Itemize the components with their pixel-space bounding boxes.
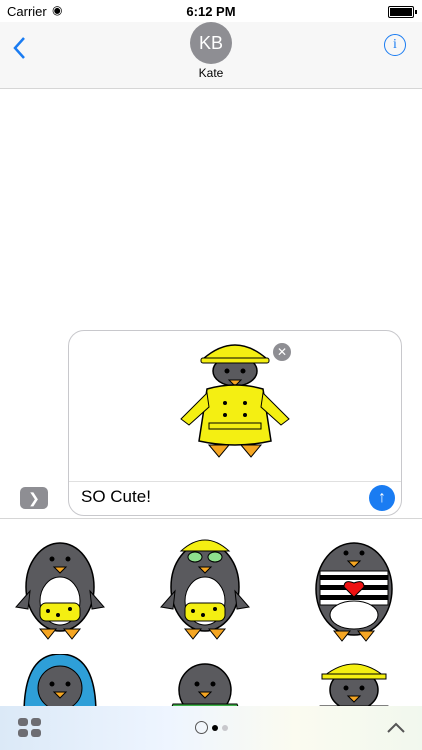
sticker-penguin-striped-heart[interactable]: [290, 519, 422, 649]
status-bar: Carrier ◉ 6:12 PM: [0, 0, 422, 22]
contact-name[interactable]: Kate: [0, 66, 422, 80]
compose-divider: [69, 481, 401, 482]
sticker-penguin-blue-hood[interactable]: [0, 653, 140, 707]
sticker-penguin-bikini[interactable]: [0, 519, 140, 649]
sticker-drawer: [0, 518, 422, 707]
sticker-penguin-yellow-raincoat[interactable]: [290, 654, 422, 707]
sticker-penguin-bikini-goggles[interactable]: [145, 519, 285, 649]
info-icon[interactable]: i: [384, 34, 406, 56]
expand-apps-button[interactable]: ❯: [20, 487, 48, 509]
attached-sticker: [69, 331, 401, 481]
page-dot: [222, 725, 228, 731]
message-input-text[interactable]: SO Cute!: [81, 487, 151, 507]
status-time: 6:12 PM: [186, 4, 236, 19]
sticker-penguin-green-coat[interactable]: [145, 654, 285, 707]
contact-avatar[interactable]: KB: [190, 22, 232, 64]
app-grid-icon[interactable]: [18, 718, 42, 738]
conversation-header: KB Kate i: [0, 22, 422, 89]
page-dot-active: [212, 725, 218, 731]
send-button[interactable]: ↑: [369, 485, 395, 511]
chevron-up-icon[interactable]: [386, 718, 406, 739]
remove-sticker-icon[interactable]: ✕: [273, 343, 291, 361]
compose-field[interactable]: ✕ SO Cute! ↑: [68, 330, 402, 516]
app-drawer-bar: .: [0, 706, 422, 750]
battery-icon: [388, 6, 417, 18]
back-chevron-icon[interactable]: [12, 32, 36, 60]
recents-clock-icon: .: [195, 721, 208, 734]
